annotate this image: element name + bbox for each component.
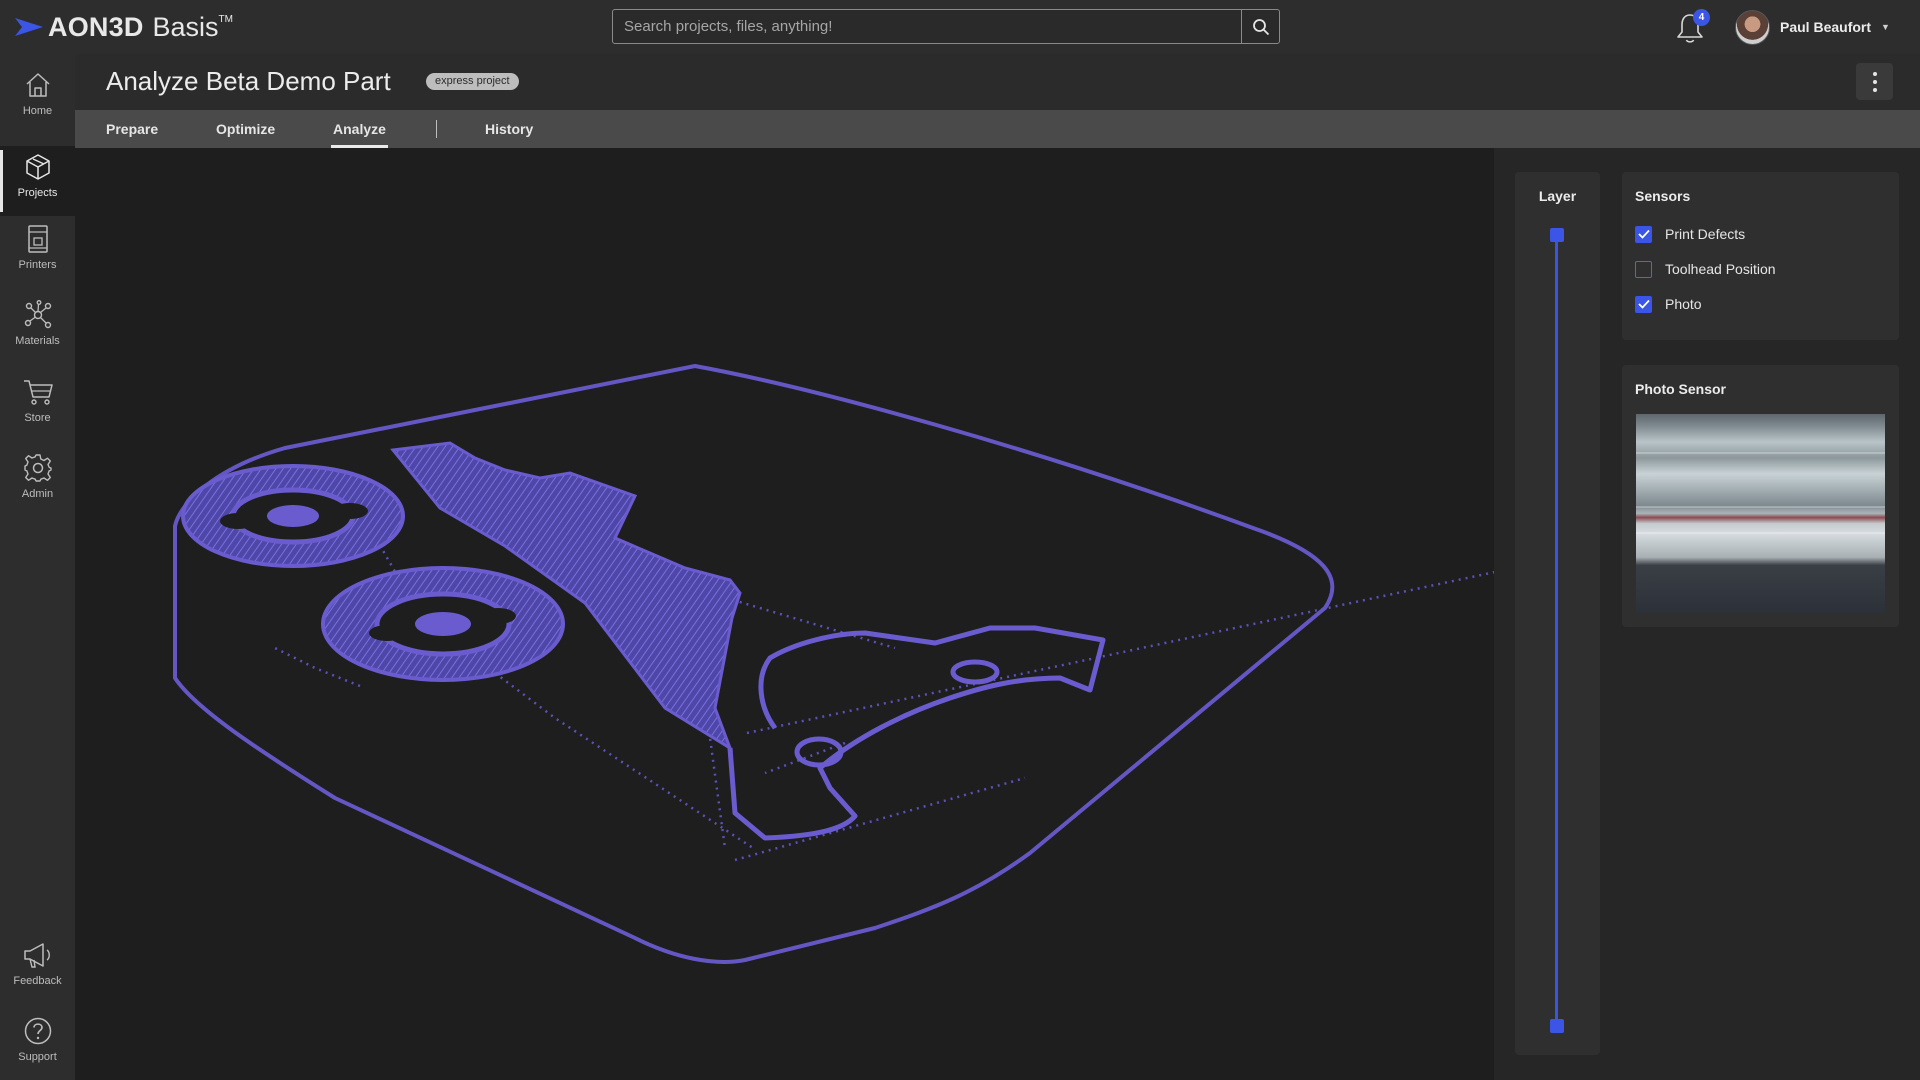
tab-prepare[interactable]: Prepare bbox=[106, 110, 158, 148]
sidebar-item-label: Feedback bbox=[13, 975, 62, 987]
sidebar-item-projects[interactable]: Projects bbox=[0, 146, 75, 216]
molecule-icon bbox=[24, 300, 51, 329]
tab-history[interactable]: History bbox=[485, 110, 533, 148]
sensors-panel: Sensors Print Defects Toolhead Position … bbox=[1622, 172, 1899, 340]
sidebar-item-label: Home bbox=[22, 105, 53, 117]
checkbox[interactable] bbox=[1635, 225, 1652, 243]
sidebar-item-home[interactable]: Home bbox=[0, 70, 75, 140]
layer-slider-track[interactable] bbox=[1555, 230, 1558, 1028]
gear-icon bbox=[23, 454, 52, 482]
logo-arrow-icon bbox=[15, 18, 43, 36]
tab-optimize[interactable]: Optimize bbox=[216, 110, 275, 148]
sidebar-item-label: Admin bbox=[21, 488, 54, 500]
search-input[interactable] bbox=[613, 10, 1241, 43]
sidebar-item-label: Support bbox=[18, 1051, 57, 1063]
sensor-print-defects[interactable]: Print Defects bbox=[1635, 224, 1745, 244]
user-menu[interactable]: Paul Beaufort ▼ bbox=[1735, 9, 1890, 45]
toolpath-render bbox=[173, 364, 1494, 964]
project-tabs: Prepare Optimize Analyze History bbox=[75, 110, 1920, 148]
printer-icon bbox=[27, 225, 48, 253]
wheel-top bbox=[181, 464, 405, 568]
checkbox-label: Print Defects bbox=[1665, 226, 1746, 242]
page-title: Analyze Beta Demo Part bbox=[106, 66, 391, 96]
layer-panel: Layer bbox=[1515, 172, 1600, 1055]
more-options-button[interactable] bbox=[1856, 63, 1893, 100]
photo-sensor-image[interactable] bbox=[1636, 414, 1885, 613]
search-bar bbox=[612, 9, 1280, 44]
sidebar-item-label: Materials bbox=[15, 335, 60, 347]
part-lever bbox=[727, 625, 1106, 841]
checkbox-label: Toolhead Position bbox=[1665, 261, 1776, 277]
sensor-toolhead-position[interactable]: Toolhead Position bbox=[1635, 259, 1776, 279]
chevron-down-icon: ▼ bbox=[1881, 22, 1890, 32]
sidebar-item-label: Store bbox=[24, 412, 51, 424]
avatar bbox=[1735, 9, 1770, 45]
photo-sensor-panel: Photo Sensor bbox=[1622, 365, 1899, 627]
photo-highlight bbox=[1636, 506, 1885, 508]
user-name: Paul Beaufort bbox=[1780, 19, 1872, 35]
kebab-dot-icon bbox=[1872, 79, 1877, 84]
check-icon bbox=[1637, 299, 1650, 309]
sensors-panel-title: Sensors bbox=[1635, 188, 1691, 204]
search-icon bbox=[1252, 18, 1269, 35]
top-bar: AON3D Basis TM 4 Paul Beaufort ▼ bbox=[0, 0, 1920, 54]
megaphone-icon bbox=[23, 943, 50, 968]
project-type-badge: express project bbox=[426, 73, 519, 90]
sidebar-item-admin[interactable]: Admin bbox=[0, 453, 75, 523]
home-icon bbox=[25, 73, 50, 97]
layer-slider-top-handle[interactable] bbox=[1550, 228, 1564, 242]
checkbox-label: Photo bbox=[1665, 296, 1702, 312]
product-name: Basis bbox=[152, 11, 219, 42]
check-icon bbox=[1637, 229, 1650, 239]
photo-sensor-title: Photo Sensor bbox=[1635, 381, 1727, 397]
toolpath-viewer[interactable] bbox=[75, 148, 1494, 1080]
sidebar-item-support[interactable]: Support bbox=[0, 1016, 75, 1080]
photo-highlight bbox=[1636, 532, 1885, 534]
photo-highlight bbox=[1636, 452, 1885, 454]
sensor-photo[interactable]: Photo bbox=[1635, 294, 1702, 314]
trademark-mark: TM bbox=[218, 13, 233, 25]
search-button[interactable] bbox=[1241, 10, 1279, 43]
help-icon bbox=[24, 1017, 51, 1045]
checkbox[interactable] bbox=[1635, 260, 1652, 278]
page-header: Analyze Beta Demo Part express project bbox=[75, 54, 1920, 110]
sidebar-item-feedback[interactable]: Feedback bbox=[0, 940, 75, 1010]
sidebar-item-materials[interactable]: Materials bbox=[0, 300, 75, 370]
sidebar-item-store[interactable]: Store bbox=[0, 377, 75, 447]
brand-name: AON3D bbox=[48, 11, 144, 42]
kebab-dot-icon bbox=[1872, 87, 1877, 92]
kebab-dot-icon bbox=[1872, 71, 1877, 76]
checkbox[interactable] bbox=[1635, 295, 1652, 313]
notifications-button[interactable]: 4 bbox=[1675, 9, 1710, 45]
sidebar-item-label: Printers bbox=[18, 259, 57, 271]
tab-divider bbox=[436, 120, 437, 138]
app-logo[interactable]: AON3D Basis TM bbox=[14, 11, 233, 43]
cube-icon bbox=[25, 154, 50, 180]
wheel-bottom bbox=[321, 566, 565, 682]
sidebar: Home Projects Printers Materials Store A… bbox=[0, 54, 75, 1080]
sidebar-item-printers[interactable]: Printers bbox=[0, 224, 75, 294]
cart-icon bbox=[23, 380, 53, 405]
brim-outline bbox=[173, 364, 1335, 964]
layer-panel-title: Layer bbox=[1538, 188, 1577, 204]
sidebar-item-label: Projects bbox=[17, 187, 58, 199]
notification-count-badge: 4 bbox=[1693, 9, 1710, 26]
layer-slider-bottom-handle[interactable] bbox=[1550, 1019, 1564, 1033]
tab-analyze[interactable]: Analyze bbox=[331, 110, 388, 148]
